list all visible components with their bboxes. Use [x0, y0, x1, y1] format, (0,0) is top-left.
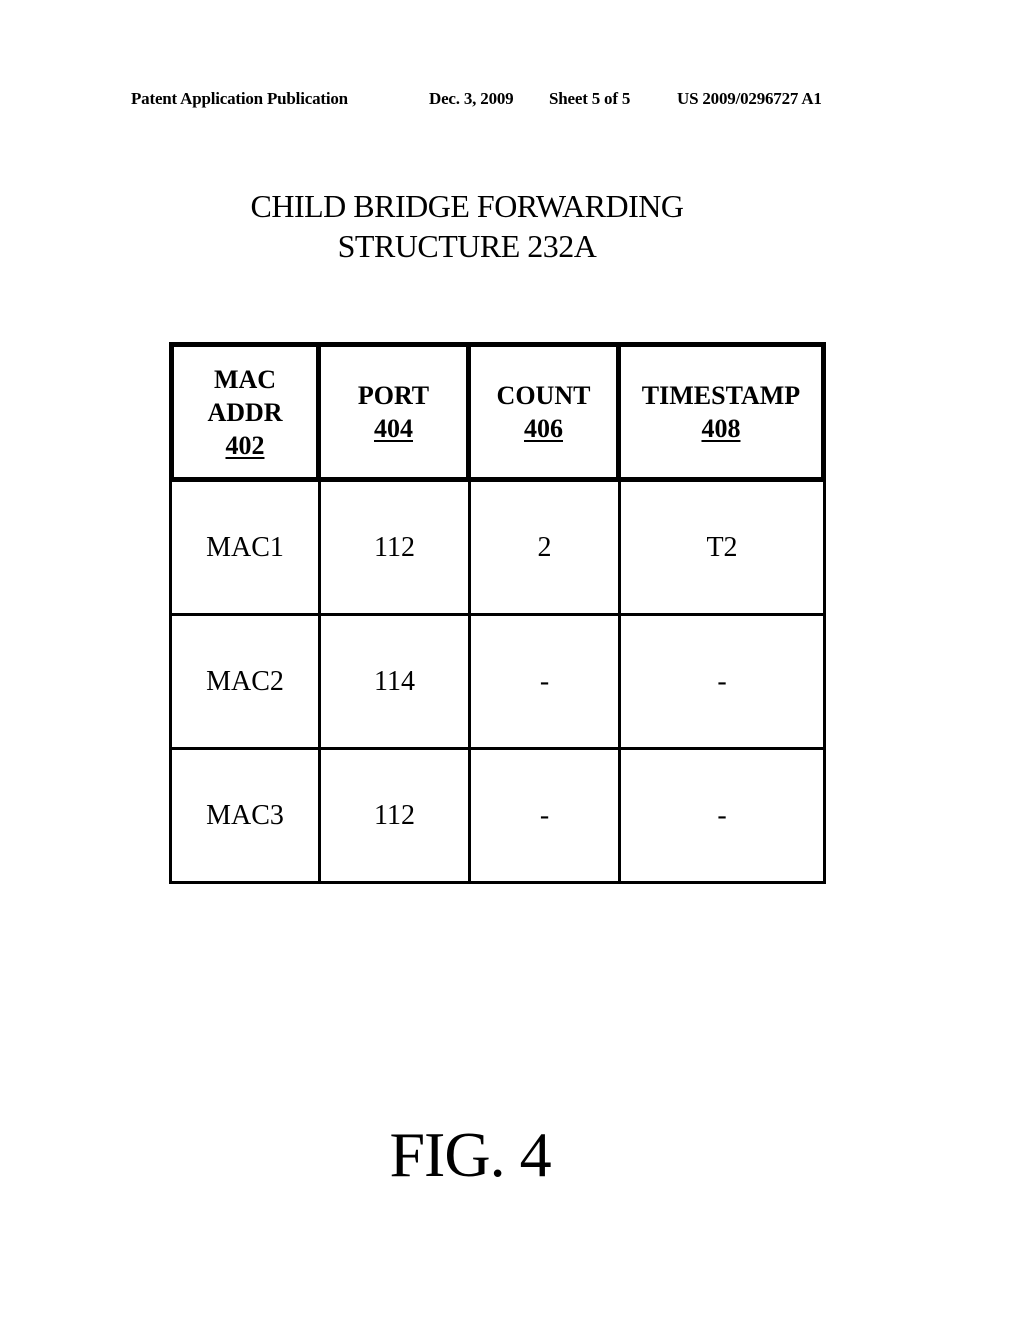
column-label: COUNT: [496, 381, 591, 410]
column-label: MAC: [213, 364, 277, 394]
sheet-number: Sheet 5 of 5: [549, 89, 631, 108]
column-header-count: COUNT 406: [471, 342, 621, 482]
reference-numeral: 402: [225, 430, 265, 460]
cell-mac-addr: MAC1: [169, 482, 321, 616]
column-label: TIMESTAMP: [641, 381, 801, 410]
reference-numeral: 404: [374, 414, 413, 443]
cell-timestamp: -: [621, 750, 826, 884]
cell-count: -: [471, 750, 621, 884]
forwarding-table: MAC ADDR 402 PORT 404 COUNT 406 TIMESTAM…: [169, 342, 826, 884]
patent-number: US 2009/0296727 A1: [677, 89, 822, 108]
reference-numeral: 406: [524, 414, 563, 443]
cell-count: 2: [471, 482, 621, 616]
column-label: PORT: [357, 381, 430, 410]
cell-timestamp: T2: [621, 482, 826, 616]
reference-numeral: 408: [701, 414, 741, 443]
table-row: MAC3 112 - -: [169, 750, 826, 884]
figure-title-line-1: CHILD BRIDGE FORWARDING: [250, 188, 684, 224]
cell-port: 114: [321, 616, 471, 750]
column-label: ADDR: [207, 397, 283, 427]
cell-mac-addr: MAC2: [169, 616, 321, 750]
column-header-timestamp: TIMESTAMP 408: [621, 342, 826, 482]
cell-port: 112: [321, 750, 471, 884]
cell-mac-addr: MAC3: [169, 750, 321, 884]
column-header-port: PORT 404: [321, 342, 471, 482]
figure-title: CHILD BRIDGE FORWARDING STRUCTURE 232A: [150, 186, 784, 266]
page-header: Patent Application Publication Dec. 3, 2…: [0, 89, 1024, 113]
table-row: MAC2 114 - -: [169, 616, 826, 750]
table-header-row: MAC ADDR 402 PORT 404 COUNT 406 TIMESTAM…: [169, 342, 826, 482]
cell-timestamp: -: [621, 616, 826, 750]
publication-type: Patent Application Publication: [131, 89, 348, 108]
table-row: MAC1 112 2 T2: [169, 482, 826, 616]
figure-title-line-2: STRUCTURE 232A: [337, 228, 597, 264]
cell-count: -: [471, 616, 621, 750]
cell-port: 112: [321, 482, 471, 616]
column-header-mac-addr: MAC ADDR 402: [169, 342, 321, 482]
figure-label: FIG. 4: [389, 1119, 551, 1190]
publication-date: Dec. 3, 2009: [429, 89, 514, 108]
